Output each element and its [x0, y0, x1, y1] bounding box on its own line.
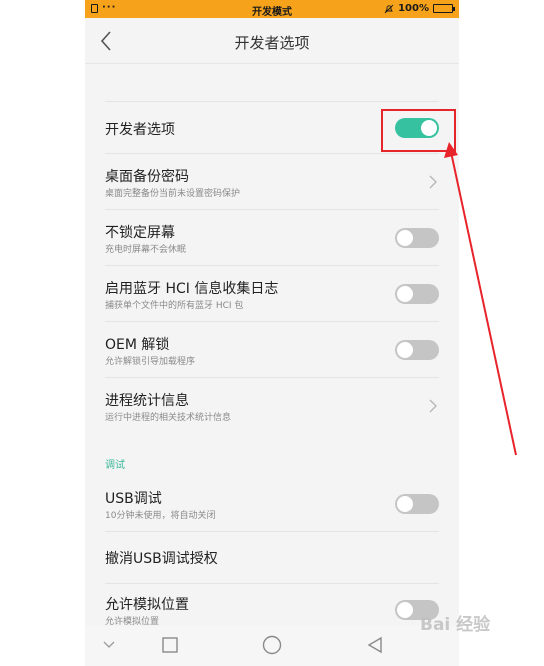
home-icon[interactable] [262, 635, 282, 655]
toggle-knob [397, 496, 413, 512]
row-process-stats[interactable]: 进程统计信息 运行中进程的相关技术统计信息 [85, 378, 459, 434]
annotation-highlight-box [381, 109, 456, 152]
section-header-debugging: 调试 [105, 460, 125, 471]
row-bluetooth-hci-log[interactable]: 启用蓝牙 HCI 信息收集日志 捕获单个文件中的所有蓝牙 HCI 包 [85, 266, 459, 322]
row-subtitle: 捕获单个文件中的所有蓝牙 HCI 包 [105, 301, 244, 311]
row-desktop-backup-password[interactable]: 桌面备份密码 桌面完整备份当前未设置密码保护 [85, 154, 459, 210]
battery-icon [433, 4, 455, 13]
row-title: 不锁定屏幕 [105, 225, 175, 241]
mute-bell-icon [384, 4, 394, 13]
header-divider [85, 63, 459, 64]
row-title: 启用蓝牙 HCI 信息收集日志 [105, 281, 279, 297]
row-subtitle: 充电时屏幕不会休眠 [105, 245, 187, 255]
row-subtitle: 桌面完整备份当前未设置密码保护 [105, 189, 241, 199]
back-triangle-icon[interactable] [367, 636, 383, 654]
row-subtitle: 允许解锁引导加载程序 [105, 357, 196, 367]
phone-screen: ··· 开发模式 100% 开发者选项 开发者选项 桌面备份密码 桌面完整备份当… [85, 0, 459, 666]
battery-percent: 100% [398, 3, 429, 14]
oem-unlock-toggle[interactable] [395, 340, 439, 360]
row-oem-unlock[interactable]: OEM 解锁 允许解锁引导加载程序 [85, 322, 459, 378]
watermark: Bai 经验 [420, 615, 491, 635]
row-usb-debugging[interactable]: USB调试 10分钟未使用，将自动关闭 [85, 476, 459, 532]
row-title: OEM 解锁 [105, 337, 170, 353]
row-mock-locations[interactable]: 允许模拟位置 允许模拟位置 [85, 584, 459, 627]
recent-apps-icon[interactable] [162, 637, 178, 653]
navigation-bar [85, 626, 459, 666]
row-title: USB调试 [105, 491, 162, 507]
chevron-right-icon [429, 399, 437, 413]
chevron-right-icon [429, 175, 437, 189]
app-header: 开发者选项 [85, 18, 459, 64]
toggle-knob [397, 602, 413, 618]
row-revoke-usb-authorization[interactable]: 撤消USB调试授权 [85, 532, 459, 584]
stay-awake-toggle[interactable] [395, 228, 439, 248]
row-title: 进程统计信息 [105, 393, 189, 409]
row-title: 桌面备份密码 [105, 169, 189, 185]
row-title: 允许模拟位置 [105, 597, 189, 613]
status-bar: ··· 开发模式 100% [85, 0, 459, 18]
page-title: 开发者选项 [234, 34, 310, 52]
row-stay-awake[interactable]: 不锁定屏幕 充电时屏幕不会休眠 [85, 210, 459, 266]
chevron-down-icon[interactable] [103, 641, 115, 649]
row-subtitle: 运行中进程的相关技术统计信息 [105, 413, 232, 423]
toggle-knob [397, 286, 413, 302]
row-title: 开发者选项 [105, 122, 175, 138]
usb-debugging-toggle[interactable] [395, 494, 439, 514]
bluetooth-hci-log-toggle[interactable] [395, 284, 439, 304]
toggle-knob [397, 230, 413, 246]
row-title: 撤消USB调试授权 [105, 551, 218, 567]
row-subtitle: 10分钟未使用，将自动关闭 [105, 511, 216, 521]
status-right: 100% [384, 3, 455, 14]
toggle-knob [397, 342, 413, 358]
